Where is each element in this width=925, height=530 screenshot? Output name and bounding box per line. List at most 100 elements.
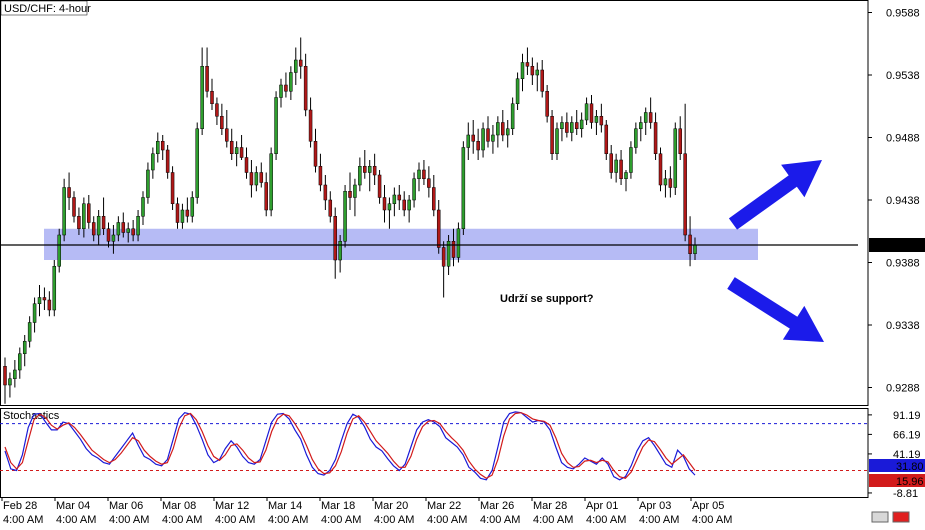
candle-body	[229, 141, 234, 154]
current-price-label: 0.9402	[886, 240, 920, 252]
candle-body	[372, 166, 377, 176]
candle-body	[190, 197, 195, 217]
candle-body	[47, 299, 52, 311]
candle-body	[387, 203, 392, 211]
candle-body	[313, 141, 318, 167]
x-tick-date: Mar 14	[268, 500, 302, 512]
candle	[57, 228, 61, 273]
price-tick-label: 0.9388	[886, 258, 920, 270]
candle-body	[131, 228, 135, 236]
candle-body	[200, 66, 204, 129]
candle-body	[323, 184, 328, 201]
scroll-button[interactable]	[871, 511, 889, 523]
candle	[673, 122, 678, 195]
candle-body	[72, 197, 76, 217]
candle-body	[422, 169, 426, 179]
candle-body	[205, 66, 209, 92]
candle-body	[87, 203, 91, 223]
candle-body	[303, 66, 308, 111]
candle-body	[220, 116, 224, 129]
candle-body	[91, 222, 96, 236]
x-tick-time: 4:00 AM	[639, 514, 679, 525]
candle-body	[141, 197, 145, 217]
x-tick-date: Mar 28	[533, 500, 567, 512]
x-tick-time: 4:00 AM	[162, 514, 202, 525]
candle-body	[160, 141, 165, 151]
candle-body	[432, 187, 436, 211]
candle-body	[348, 191, 352, 198]
price-tick-label: 0.9438	[886, 195, 920, 207]
candle-body	[8, 378, 12, 386]
x-tick-time: 4:00 AM	[109, 514, 149, 525]
candle-body	[555, 128, 559, 154]
candle-body	[377, 174, 382, 198]
candle-body	[668, 178, 673, 188]
stochastic-tick-label: 66.19	[893, 429, 921, 441]
x-tick-date: Mar 18	[321, 500, 355, 512]
candle-body	[451, 241, 456, 258]
candle-body	[515, 78, 520, 104]
candle-body	[244, 157, 249, 173]
candle-body	[338, 241, 342, 261]
candle-body	[461, 147, 466, 229]
candle	[269, 147, 273, 217]
candle-body	[574, 122, 579, 129]
annotation-text: Udrží se support?	[500, 293, 594, 305]
candle-body	[210, 91, 214, 104]
x-tick-date: Apr 03	[639, 500, 671, 512]
candle-body	[308, 109, 313, 142]
stochastic-tick-label: -8.81	[893, 488, 918, 500]
x-tick-date: Mar 04	[56, 500, 90, 512]
candle-body	[170, 172, 175, 204]
x-tick-time: 4:00 AM	[480, 514, 520, 525]
price-tick-label: 0.9338	[886, 320, 920, 332]
candle-body	[382, 197, 387, 211]
candle-body	[77, 216, 81, 229]
candle	[52, 260, 57, 317]
candle-body	[106, 228, 111, 242]
candle	[274, 91, 278, 160]
candle-body	[501, 122, 505, 136]
stochastic-tick-label: 91.19	[893, 410, 921, 422]
price-tick-label: 0.9488	[886, 133, 920, 145]
candle-body	[363, 166, 367, 173]
candle-body	[259, 172, 264, 183]
candle-body	[82, 203, 86, 229]
candle-body	[678, 128, 682, 154]
x-tick-time: 4:00 AM	[586, 514, 626, 525]
candle-body	[491, 134, 495, 142]
candle-body	[550, 116, 554, 154]
candle-body	[234, 147, 239, 154]
candle-body	[67, 187, 71, 198]
candle-body	[441, 247, 446, 267]
x-tick-date: Mar 08	[162, 500, 196, 512]
candle	[62, 178, 66, 242]
candle-body	[653, 122, 658, 154]
candle-body	[565, 122, 569, 133]
scroll-end-button[interactable]	[892, 511, 910, 523]
candle-body	[284, 84, 288, 92]
candle-body	[481, 128, 485, 151]
candle-body	[32, 303, 37, 323]
candle-body	[185, 209, 190, 217]
candle-body	[476, 141, 480, 151]
candle-body	[13, 369, 17, 379]
x-tick-time: 4:00 AM	[374, 514, 414, 525]
candle-body	[560, 122, 564, 129]
candle-body	[486, 128, 490, 142]
candle	[195, 122, 199, 204]
candle-body	[37, 297, 42, 304]
candle-body	[136, 216, 140, 236]
candle-body	[530, 66, 535, 76]
candle-body	[101, 216, 106, 229]
candle-body	[407, 199, 411, 211]
candle-body	[579, 119, 584, 129]
candle-body	[505, 128, 510, 136]
candle	[604, 120, 609, 160]
candle-body	[165, 149, 170, 173]
x-tick-date: Mar 26	[480, 500, 514, 512]
candle-body	[298, 59, 303, 67]
candle-body	[412, 178, 416, 201]
candle-body	[52, 266, 57, 311]
candle-body	[673, 128, 678, 188]
